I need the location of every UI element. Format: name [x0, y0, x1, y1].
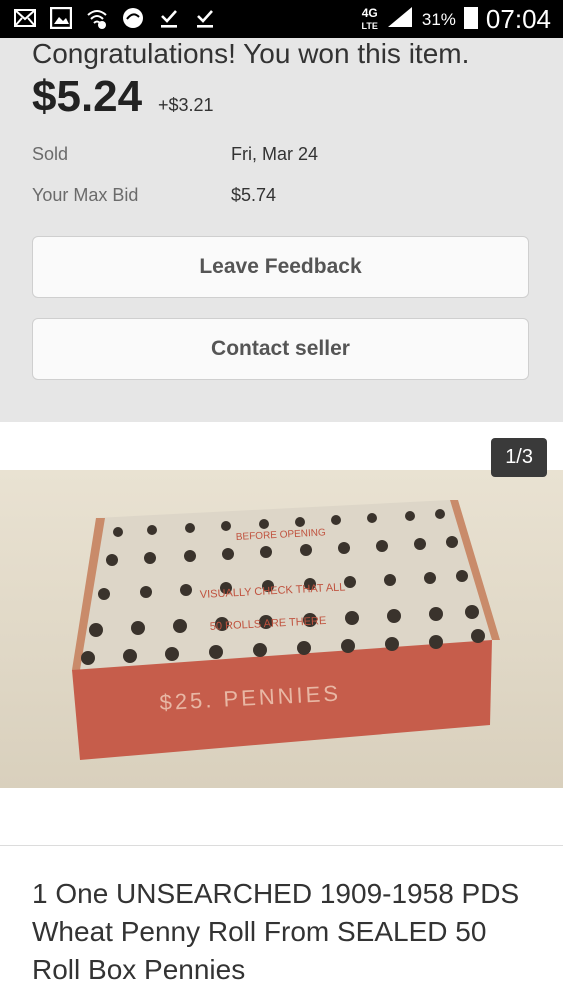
clock: 07:04: [485, 4, 551, 34]
contact-seller-button[interactable]: Contact seller: [32, 318, 529, 380]
sold-label: Sold: [32, 144, 69, 164]
item-title: 1 One UNSEARCHED 1909-1958 PDS Wheat Pen…: [32, 878, 520, 985]
item-image-gallery[interactable]: BEFORE OPENING VISUALLY CHECK THAT ALL 5…: [0, 422, 563, 845]
purchase-summary-panel: Congratulations! You won this item. $5.2…: [0, 38, 563, 422]
download-done-icon-2: [194, 7, 216, 34]
app-notification-icon: [122, 7, 144, 34]
network-type-indicator: 4G LTE: [362, 7, 378, 32]
signal-icon: [386, 5, 414, 35]
status-icons-right: 4G LTE 31% 07:04: [362, 4, 551, 35]
network-sublabel: LTE: [361, 21, 378, 31]
download-done-icon: [158, 7, 180, 34]
leave-feedback-button[interactable]: Leave Feedback: [32, 236, 529, 298]
congrats-message: Congratulations! You won this item.: [32, 38, 470, 69]
item-photo[interactable]: BEFORE OPENING VISUALLY CHECK THAT ALL 5…: [0, 470, 563, 788]
shipping-cost: +$3.21: [158, 95, 214, 115]
sold-date: Fri, Mar 24: [231, 144, 319, 164]
battery-percent: 31%: [421, 9, 456, 29]
winning-price: $5.24: [32, 72, 143, 121]
battery-icon: [463, 5, 478, 35]
status-bar: 4G LTE 31% 07:04: [0, 0, 563, 38]
status-icons-left: [14, 6, 216, 34]
wifi-icon: [86, 7, 108, 34]
image-counter: 1/3: [491, 438, 547, 477]
divider: [0, 845, 563, 846]
mail-icon: [14, 7, 36, 34]
image-icon: [49, 6, 73, 34]
max-bid-label: Your Max Bid: [32, 185, 139, 205]
max-bid-value: $5.74: [231, 185, 277, 205]
network-label: 4G: [361, 6, 378, 20]
